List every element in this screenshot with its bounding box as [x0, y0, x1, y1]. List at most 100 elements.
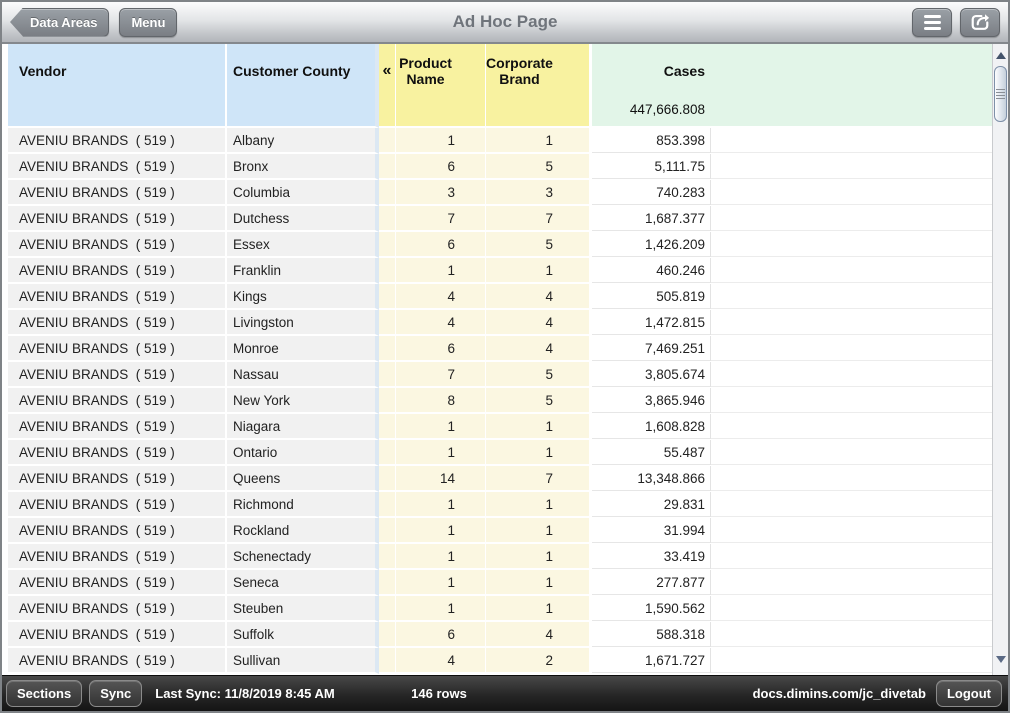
- product-name-count-cell: 1: [396, 492, 486, 518]
- table-row[interactable]: AVENIU BRANDS ( 519 )Niagara111,608.828: [8, 414, 992, 440]
- app-window: Ad Hoc Page Data Areas Menu Vendor C: [0, 0, 1010, 713]
- customer-county-cell: Richmond: [227, 492, 379, 518]
- table-row[interactable]: AVENIU BRANDS ( 519 )Essex651,426.209: [8, 232, 992, 258]
- customer-county-cell: Schenectady: [227, 544, 379, 570]
- corporate-brand-count-cell: 7: [486, 466, 592, 492]
- customer-county-cell: Suffolk: [227, 622, 379, 648]
- table-area: Vendor Customer County « Product Name Co…: [2, 44, 1008, 675]
- list-menu-button[interactable]: [912, 8, 952, 37]
- column-header-cases[interactable]: Cases 447,666.808: [592, 44, 711, 128]
- vendor-cell: AVENIU BRANDS ( 519 ): [8, 622, 227, 648]
- vertical-scrollbar[interactable]: [992, 44, 1008, 675]
- vendor-cell: AVENIU BRANDS ( 519 ): [8, 206, 227, 232]
- vendor-cell: AVENIU BRANDS ( 519 ): [8, 258, 227, 284]
- table-row[interactable]: AVENIU BRANDS ( 519 )Bronx655,111.75: [8, 154, 992, 180]
- customer-county-cell: Nassau: [227, 362, 379, 388]
- corporate-brand-count-cell: 7: [486, 206, 592, 232]
- customer-county-cell: Dutchess: [227, 206, 379, 232]
- vendor-cell: AVENIU BRANDS ( 519 ): [8, 570, 227, 596]
- table-row[interactable]: AVENIU BRANDS ( 519 )Ontario1155.487: [8, 440, 992, 466]
- corporate-brand-count-cell: 1: [486, 128, 592, 154]
- product-name-count-cell: 4: [396, 310, 486, 336]
- customer-county-cell: Albany: [227, 128, 379, 154]
- collapse-spacer-cell: [379, 492, 396, 518]
- header-filler: [711, 44, 992, 128]
- table-row[interactable]: AVENIU BRANDS ( 519 )Franklin11460.246: [8, 258, 992, 284]
- product-name-count-cell: 6: [396, 622, 486, 648]
- table-row[interactable]: AVENIU BRANDS ( 519 )Kings44505.819: [8, 284, 992, 310]
- scroll-up-arrow[interactable]: [993, 47, 1008, 63]
- cases-value-cell: 460.246: [592, 258, 711, 284]
- sections-button[interactable]: Sections: [6, 680, 82, 707]
- table-row[interactable]: AVENIU BRANDS ( 519 )Albany11853.398: [8, 128, 992, 154]
- sync-button[interactable]: Sync: [89, 680, 142, 707]
- filler-cell: [711, 518, 992, 544]
- filler-cell: [711, 128, 992, 154]
- cases-value-cell: 13,348.866: [592, 466, 711, 492]
- corporate-brand-count-cell: 4: [486, 336, 592, 362]
- vendor-cell: AVENIU BRANDS ( 519 ): [8, 284, 227, 310]
- product-name-count-cell: 1: [396, 570, 486, 596]
- export-share-button[interactable]: [960, 8, 1000, 37]
- vendor-cell: AVENIU BRANDS ( 519 ): [8, 154, 227, 180]
- customer-county-cell: Steuben: [227, 596, 379, 622]
- filler-cell: [711, 362, 992, 388]
- table-row[interactable]: AVENIU BRANDS ( 519 )Sullivan421,671.727: [8, 648, 992, 674]
- customer-county-cell: Franklin: [227, 258, 379, 284]
- column-header-product-name[interactable]: Product Name: [396, 44, 486, 128]
- cases-value-cell: 29.831: [592, 492, 711, 518]
- table-row[interactable]: AVENIU BRANDS ( 519 )Dutchess771,687.377: [8, 206, 992, 232]
- column-header-vendor[interactable]: Vendor: [8, 44, 227, 128]
- table-row[interactable]: AVENIU BRANDS ( 519 )Rockland1131.994: [8, 518, 992, 544]
- collapse-spacer-cell: [379, 336, 396, 362]
- vendor-cell: AVENIU BRANDS ( 519 ): [8, 544, 227, 570]
- corporate-brand-count-cell: 3: [486, 180, 592, 206]
- vendor-cell: AVENIU BRANDS ( 519 ): [8, 336, 227, 362]
- collapse-spacer-cell: [379, 232, 396, 258]
- vendor-cell: AVENIU BRANDS ( 519 ): [8, 466, 227, 492]
- vendor-cell: AVENIU BRANDS ( 519 ): [8, 414, 227, 440]
- vendor-cell: AVENIU BRANDS ( 519 ): [8, 648, 227, 674]
- product-name-count-cell: 4: [396, 284, 486, 310]
- table-row[interactable]: AVENIU BRANDS ( 519 )Suffolk64588.318: [8, 622, 992, 648]
- product-name-count-cell: 14: [396, 466, 486, 492]
- corporate-brand-count-cell: 1: [486, 596, 592, 622]
- table-row[interactable]: AVENIU BRANDS ( 519 )Queens14713,348.866: [8, 466, 992, 492]
- data-areas-back-button[interactable]: Data Areas: [10, 8, 109, 37]
- column-header-customer-county[interactable]: Customer County: [227, 44, 379, 128]
- customer-county-cell: Sullivan: [227, 648, 379, 674]
- table-row[interactable]: AVENIU BRANDS ( 519 )Richmond1129.831: [8, 492, 992, 518]
- logout-button[interactable]: Logout: [936, 680, 1002, 707]
- table-row[interactable]: AVENIU BRANDS ( 519 )New York853,865.946: [8, 388, 992, 414]
- collapse-spacer-cell: [379, 180, 396, 206]
- scrollbar-thumb[interactable]: [994, 66, 1007, 122]
- table-row[interactable]: AVENIU BRANDS ( 519 )Steuben111,590.562: [8, 596, 992, 622]
- cases-value-cell: 3,865.946: [592, 388, 711, 414]
- column-header-corporate-brand[interactable]: Corporate Brand: [486, 44, 592, 128]
- collapse-spacer-cell: [379, 388, 396, 414]
- hamburger-icon: [924, 15, 941, 30]
- collapse-columns-icon: «: [379, 44, 395, 98]
- table-row[interactable]: AVENIU BRANDS ( 519 )Schenectady1133.419: [8, 544, 992, 570]
- product-name-count-cell: 1: [396, 596, 486, 622]
- collapse-columns-control[interactable]: «: [379, 44, 396, 128]
- scroll-down-arrow[interactable]: [993, 651, 1008, 667]
- collapse-spacer-cell: [379, 310, 396, 336]
- collapse-spacer-cell: [379, 128, 396, 154]
- table-row[interactable]: AVENIU BRANDS ( 519 )Monroe647,469.251: [8, 336, 992, 362]
- collapse-spacer-cell: [379, 570, 396, 596]
- filler-cell: [711, 388, 992, 414]
- cases-value-cell: 1,590.562: [592, 596, 711, 622]
- collapse-spacer-cell: [379, 596, 396, 622]
- collapse-spacer-cell: [379, 284, 396, 310]
- menu-button[interactable]: Menu: [119, 8, 177, 37]
- product-name-count-cell: 1: [396, 518, 486, 544]
- table-row[interactable]: AVENIU BRANDS ( 519 )Columbia33740.283: [8, 180, 992, 206]
- table-row[interactable]: AVENIU BRANDS ( 519 )Livingston441,472.8…: [8, 310, 992, 336]
- filler-cell: [711, 544, 992, 570]
- filler-cell: [711, 622, 992, 648]
- table-row[interactable]: AVENIU BRANDS ( 519 )Nassau753,805.674: [8, 362, 992, 388]
- filler-cell: [711, 492, 992, 518]
- table-row[interactable]: AVENIU BRANDS ( 519 )Seneca11277.877: [8, 570, 992, 596]
- cases-value-cell: 740.283: [592, 180, 711, 206]
